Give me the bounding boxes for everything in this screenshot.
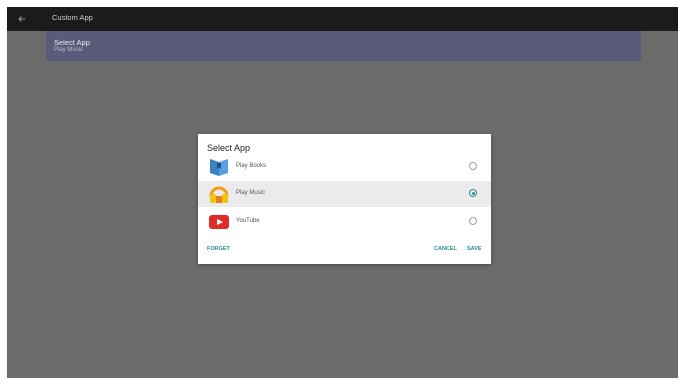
option-youtube[interactable]: YouTube bbox=[198, 209, 491, 235]
youtube-icon bbox=[209, 215, 229, 229]
radio-play-books[interactable] bbox=[469, 162, 477, 170]
select-app-setting[interactable]: Select App Play Music bbox=[46, 31, 641, 61]
option-label: Play Books bbox=[236, 163, 267, 169]
play-books-icon bbox=[210, 159, 228, 176]
select-app-dialog: Select App Play Books Play Music YouTube… bbox=[198, 134, 491, 264]
option-play-books[interactable]: Play Books bbox=[198, 154, 491, 180]
option-label: YouTube bbox=[236, 218, 260, 224]
dialog-title: Select App bbox=[207, 143, 251, 153]
back-arrow-icon[interactable] bbox=[15, 12, 29, 26]
cancel-button[interactable]: CANCEL bbox=[434, 246, 457, 252]
top-bar: Custom App bbox=[7, 7, 678, 31]
forget-button[interactable]: FORGET bbox=[207, 246, 230, 252]
play-music-icon bbox=[209, 186, 229, 203]
page-title: Custom App bbox=[52, 13, 93, 22]
setting-value: Play Music bbox=[54, 47, 84, 53]
radio-youtube[interactable] bbox=[469, 217, 477, 225]
save-button[interactable]: SAVE bbox=[467, 246, 482, 252]
option-play-music[interactable]: Play Music bbox=[198, 181, 491, 207]
option-label: Play Music bbox=[236, 190, 266, 196]
radio-play-music[interactable] bbox=[469, 189, 477, 197]
setting-title: Select App bbox=[54, 38, 90, 47]
